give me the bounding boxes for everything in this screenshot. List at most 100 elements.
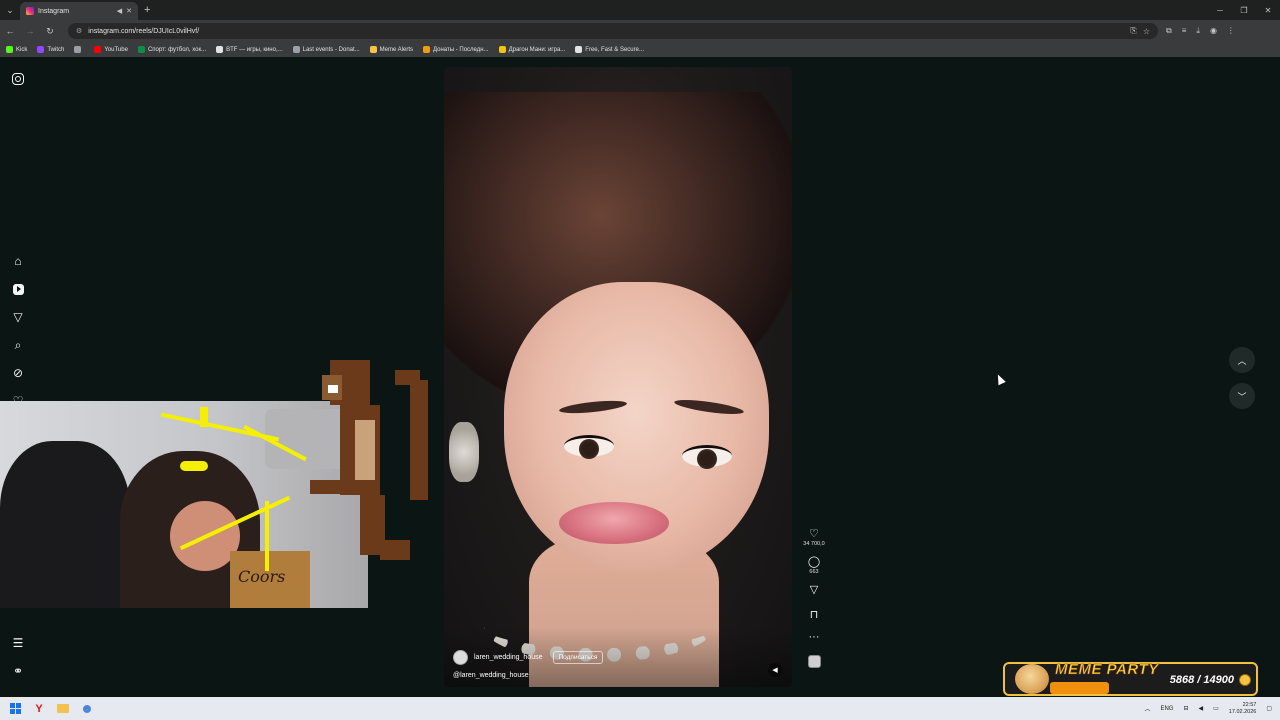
back-icon[interactable]: ←: [4, 26, 16, 36]
send-icon: ▽: [809, 584, 819, 596]
save-button[interactable]: ⊓: [810, 608, 819, 621]
explore-icon[interactable]: ⊘: [10, 365, 26, 381]
avatar[interactable]: [453, 650, 468, 665]
reel-author-row: laren_wedding_house Подписаться: [453, 650, 604, 665]
reels-icon[interactable]: [10, 281, 26, 297]
meme-progress-bar: [1050, 682, 1109, 694]
bookmark-item[interactable]: Kick: [6, 46, 27, 53]
yandex-browser-icon[interactable]: Y: [32, 702, 46, 716]
bookmark-label: Free, Fast & Secure...: [585, 46, 644, 53]
minimize-icon[interactable]: ─: [1208, 6, 1232, 15]
install-app-icon[interactable]: ⎘: [1130, 26, 1136, 36]
instagram-logo-icon[interactable]: [10, 71, 26, 87]
bookmark-label: Kick: [16, 46, 28, 53]
speaker-icon[interactable]: ◀: [117, 7, 122, 15]
windows-start-icon[interactable]: [8, 702, 22, 716]
system-clock[interactable]: 22:57 17.02.2026: [1229, 702, 1257, 716]
windows-taskbar: Y ︿ ENG ⊟ ◀ ▭ 22:57 17.02.2026 ▢: [0, 697, 1280, 720]
bookmark-favicon-icon: [369, 46, 377, 53]
extensions-icon[interactable]: ⧉: [1166, 26, 1172, 36]
bookmark-item[interactable]: Драгон Мани: игра...: [498, 46, 566, 53]
bookmark-star-icon[interactable]: ☆: [1143, 27, 1150, 36]
network-icon[interactable]: ⊟: [1183, 705, 1188, 712]
downloads-icon[interactable]: ⤓: [1196, 26, 1200, 36]
search-icon[interactable]: ⌕: [10, 337, 26, 353]
bookmark-label: YouTube: [104, 46, 128, 53]
comment-button[interactable]: ◯ 663: [808, 555, 820, 575]
mouse-cursor-icon: [994, 372, 1006, 386]
bookmark-label: Драгон Мани: игра...: [508, 46, 566, 53]
bookmark-item[interactable]: YouTube: [94, 46, 128, 53]
url-text: instagram.com/reels/DJUIcL0vilHvf/: [88, 27, 200, 35]
like-button[interactable]: ♡ 34 700,0: [803, 527, 824, 547]
bookmark-item[interactable]: Free, Fast & Secure...: [575, 46, 644, 53]
more-button[interactable]: ···: [809, 631, 820, 643]
forward-icon[interactable]: →: [24, 26, 36, 36]
chrome-icon[interactable]: [80, 702, 94, 716]
browser-toolbar: ← → ↻ ⚙ instagram.com/reels/DJUIcL0vilHv…: [0, 20, 1280, 42]
site-info-icon[interactable]: ⚙: [76, 27, 82, 35]
new-tab-button[interactable]: +: [144, 4, 150, 16]
bookmark-item[interactable]: Донаты - Последн...: [423, 46, 489, 53]
bookmark-label: Meme Alerts: [379, 46, 413, 53]
battery-icon[interactable]: ▭: [1213, 705, 1219, 712]
window-close-icon[interactable]: ✕: [1256, 6, 1280, 15]
next-reel-button[interactable]: ﹀: [1229, 383, 1255, 409]
bookmark-label: Спорт: футбол, хок...: [147, 46, 207, 53]
direct-send-icon[interactable]: ▽: [10, 309, 26, 325]
tab-close-icon[interactable]: ✕: [126, 7, 132, 15]
bookmark-label: Донаты - Последн...: [433, 46, 489, 53]
tab-search-icon[interactable]: ⌄: [0, 0, 20, 20]
audio-thumbnail[interactable]: [807, 655, 821, 668]
bookmark-favicon-icon: [575, 46, 583, 53]
reel-caption[interactable]: @laren_wedding_house: [453, 672, 529, 679]
reel-username[interactable]: laren_wedding_house: [474, 654, 543, 661]
browser-tab-strip: ⌄ Instagram ◀ ✕ + ─ ❐ ✕: [0, 0, 1280, 20]
system-tray: ︿ ENG ⊟ ◀ ▭ 22:57 17.02.2026 ▢: [1144, 702, 1272, 716]
threads-icon[interactable]: ⚭: [10, 663, 26, 679]
tray-overflow-icon[interactable]: ︿: [1144, 704, 1150, 713]
bookmark-favicon-icon: [37, 46, 45, 53]
bookmark-label: BTF — игры, кино,...: [226, 46, 283, 53]
box-label: Coors: [238, 567, 286, 586]
profile-icon[interactable]: ◉: [1210, 26, 1217, 36]
reel-actions: ♡ 34 700,0 ◯ 663 ▽ ⊓ ···: [801, 527, 827, 668]
tab-instagram[interactable]: Instagram ◀ ✕: [20, 2, 138, 20]
bookmark-favicon-icon: [137, 46, 145, 53]
notifications-icon[interactable]: ▢: [1266, 705, 1272, 712]
bookmark-item[interactable]: Спорт: футбол, хок...: [137, 46, 207, 53]
volume-icon[interactable]: ◀: [1199, 705, 1204, 712]
share-button[interactable]: ▽: [810, 583, 818, 596]
chevron-up-icon: ︿: [1237, 355, 1247, 366]
clock-date: 17.02.2026: [1228, 708, 1257, 715]
meme-party-widget: MEME PARTY 5868 / 14900: [1003, 661, 1258, 696]
menu-icon[interactable]: ☰: [10, 635, 26, 651]
chrome-menu-icon[interactable]: ⋮: [1227, 26, 1235, 36]
bookmark-label: Twitch: [47, 46, 65, 53]
previous-reel-button[interactable]: ︿: [1229, 347, 1255, 373]
file-explorer-icon[interactable]: [56, 702, 70, 716]
bookmarks-bar: Kick Twitch YouTube Спорт: футбол, хок... BT…: [0, 42, 1280, 57]
reload-icon[interactable]: ↻: [44, 26, 56, 37]
follow-button[interactable]: Подписаться: [552, 651, 604, 664]
input-language[interactable]: ENG: [1160, 706, 1173, 712]
home-icon[interactable]: ⌂: [10, 253, 26, 269]
bookmark-item[interactable]: BTF — игры, кино,...: [216, 46, 283, 53]
comment-icon: ◯: [807, 556, 821, 568]
bookmark-item[interactable]: [74, 46, 84, 53]
gaming-chair: [0, 441, 130, 608]
bookmark-icon: ⊓: [809, 609, 819, 621]
bookmark-favicon-icon: [94, 46, 102, 53]
address-bar[interactable]: ⚙ instagram.com/reels/DJUIcL0vilHvf/ ⎘ ☆: [68, 23, 1158, 39]
media-icon[interactable]: ≡: [1182, 26, 1187, 36]
instagram-favicon-icon: [26, 7, 34, 15]
bookmark-label: Last events - Donat...: [302, 46, 360, 53]
bookmark-item[interactable]: Last events - Donat...: [292, 46, 360, 53]
bookmark-item[interactable]: Twitch: [37, 46, 64, 53]
mute-icon[interactable]: ◀: [768, 663, 782, 677]
bookmark-favicon-icon: [6, 46, 13, 53]
reel-video[interactable]: laren_wedding_house Подписаться @laren_w…: [444, 67, 792, 687]
restore-icon[interactable]: ❐: [1232, 6, 1256, 15]
bookmark-item[interactable]: Meme Alerts: [369, 46, 413, 53]
clock-time: 22:57: [1242, 701, 1257, 708]
